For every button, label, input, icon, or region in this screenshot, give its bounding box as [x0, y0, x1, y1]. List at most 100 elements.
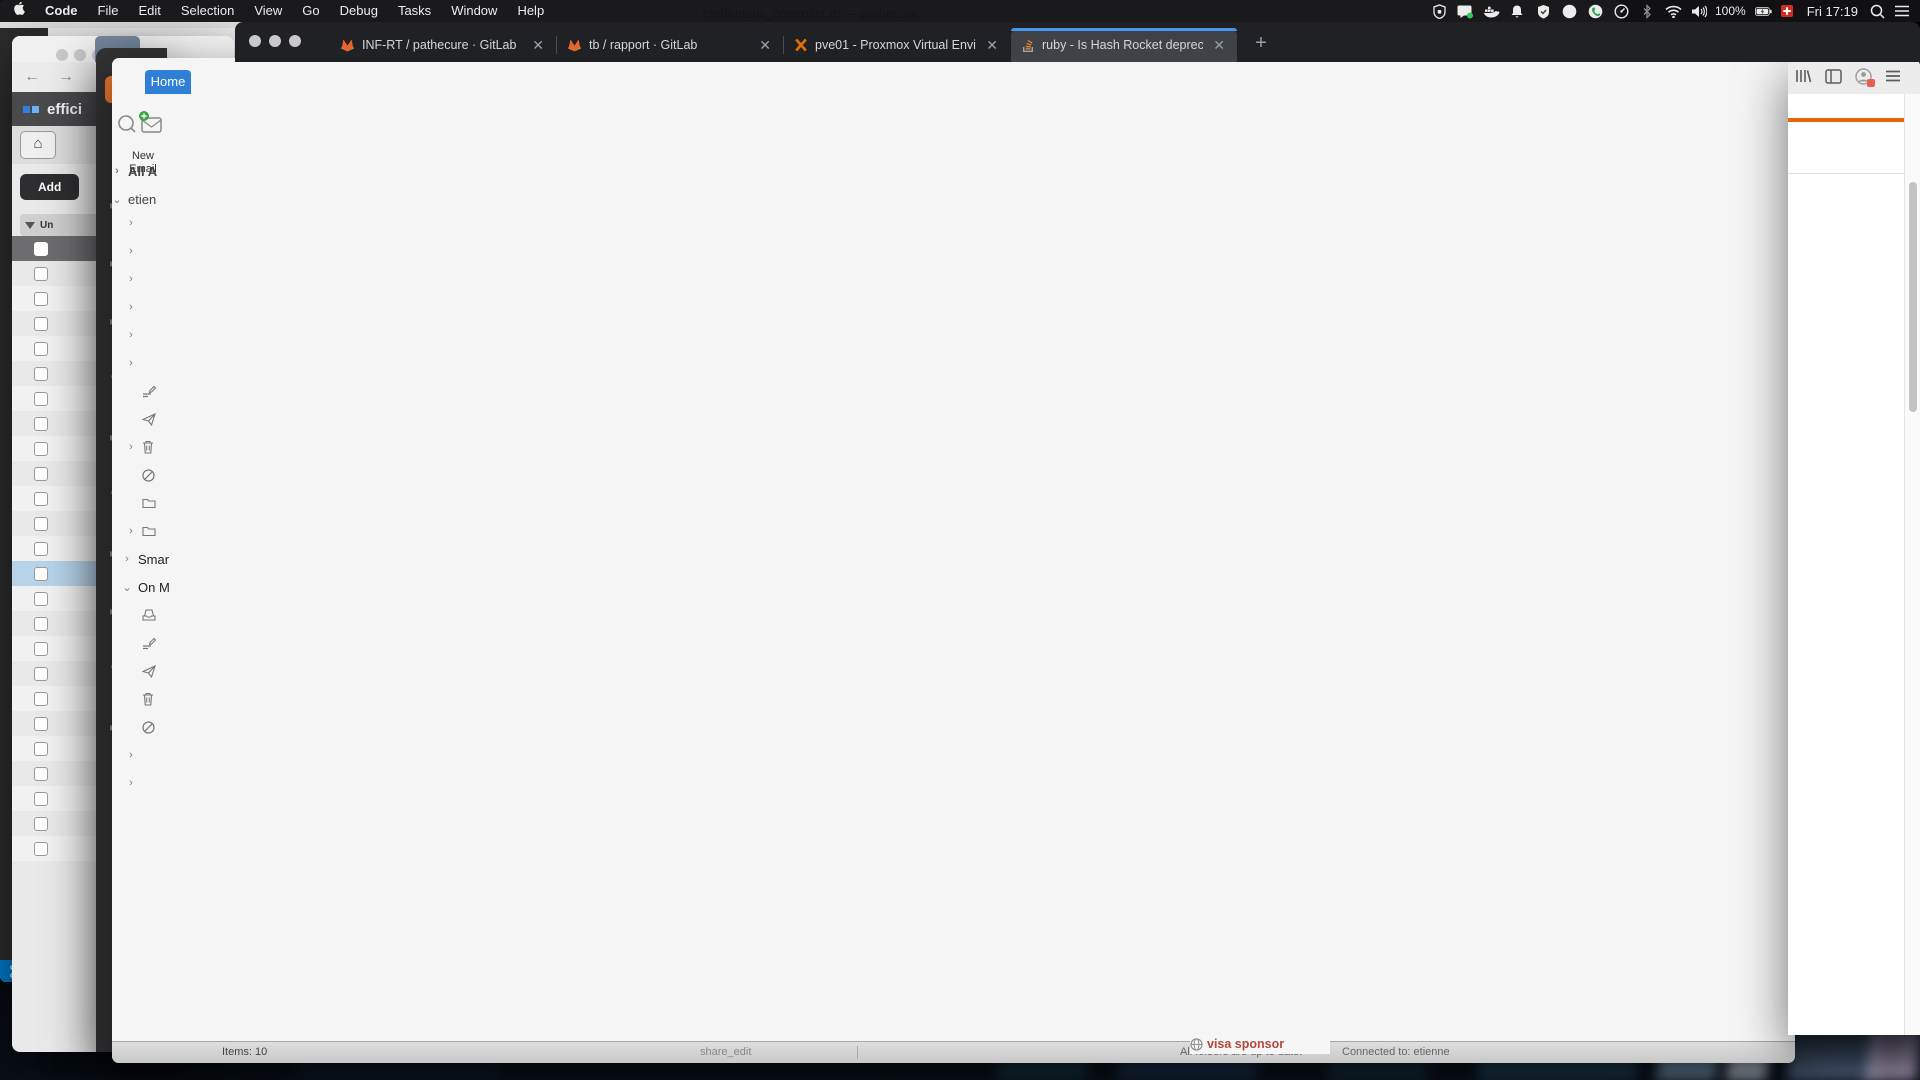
new-tab-button[interactable]: + — [1248, 32, 1274, 55]
disc-icon[interactable] — [1561, 3, 1578, 20]
back-icon[interactable]: ← — [24, 68, 40, 86]
home-icon[interactable]: ⌂ — [20, 131, 56, 159]
mailbox-item[interactable]: › — [112, 350, 186, 376]
bell-icon[interactable] — [1509, 3, 1526, 20]
menu-item-view[interactable]: View — [244, 0, 292, 22]
row-checkbox[interactable] — [34, 367, 48, 381]
close-tab-icon[interactable]: ✕ — [757, 37, 773, 54]
row-checkbox[interactable] — [34, 667, 48, 681]
menu-item-code[interactable]: Code — [35, 0, 88, 22]
mailbox-item[interactable]: › — [112, 294, 186, 320]
row-checkbox[interactable] — [34, 242, 48, 256]
mailbox-item[interactable]: › — [112, 238, 186, 264]
close-tab-icon[interactable]: ✕ — [984, 37, 1000, 54]
shield-check-icon[interactable] — [1535, 3, 1552, 20]
account-icon[interactable] — [1855, 68, 1872, 85]
docker-icon[interactable] — [1483, 3, 1500, 20]
zoom-icon[interactable] — [289, 35, 301, 47]
row-checkbox[interactable] — [34, 342, 48, 356]
mailbox-item[interactable] — [112, 714, 186, 740]
apple-icon[interactable] — [0, 0, 35, 22]
mailbox-item[interactable]: › — [112, 210, 186, 236]
phone-icon[interactable] — [1587, 3, 1604, 20]
mailbox-item[interactable]: › — [112, 322, 186, 348]
row-checkbox[interactable] — [34, 767, 48, 781]
row-checkbox[interactable] — [34, 817, 48, 831]
row-checkbox[interactable] — [34, 417, 48, 431]
sidebar-icon[interactable] — [1825, 69, 1842, 84]
add-button[interactable]: Add — [20, 174, 79, 200]
all-accounts-item[interactable]: ›All A — [112, 158, 172, 184]
scrollbar-thumb[interactable] — [1909, 182, 1917, 412]
menu-item-window[interactable]: Window — [441, 0, 507, 22]
row-checkbox[interactable] — [34, 392, 48, 406]
row-checkbox[interactable] — [34, 792, 48, 806]
mailbox-item[interactable] — [112, 602, 186, 628]
row-checkbox[interactable] — [34, 542, 48, 556]
row-checkbox[interactable] — [34, 292, 48, 306]
mailbox-item[interactable] — [112, 630, 186, 656]
new-email-icon[interactable] — [138, 110, 164, 136]
traffic-light-icon[interactable] — [56, 49, 68, 61]
menu-list-icon[interactable] — [1893, 3, 1910, 20]
mailbox-item[interactable]: › — [112, 770, 186, 796]
mailbox-item[interactable]: › — [112, 518, 186, 544]
menu-item-selection[interactable]: Selection — [171, 0, 244, 22]
browser-tab[interactable]: pve01 - Proxmox Virtual Environ✕ — [784, 28, 1010, 62]
mailbox-item[interactable] — [112, 462, 186, 488]
forward-icon[interactable]: → — [58, 68, 74, 86]
row-checkbox[interactable] — [34, 742, 48, 756]
mailbox-item[interactable]: › — [112, 434, 186, 460]
search-icon[interactable] — [117, 114, 137, 134]
volume-icon[interactable] — [1691, 3, 1708, 20]
row-checkbox[interactable] — [34, 717, 48, 731]
browser-tab[interactable]: ruby - Is Hash Rocket deprecat✕ — [1011, 28, 1237, 62]
row-checkbox[interactable] — [34, 517, 48, 531]
swiss-flag-icon[interactable] — [1779, 3, 1796, 20]
row-checkbox[interactable] — [34, 567, 48, 581]
lock-shield-icon[interactable] — [1431, 3, 1448, 20]
mailbox-item[interactable] — [112, 490, 186, 516]
filter-bar[interactable]: Un — [20, 214, 103, 236]
close-tab-icon[interactable]: ✕ — [530, 37, 546, 54]
mailbox-item[interactable]: › — [112, 266, 186, 292]
row-checkbox[interactable] — [34, 267, 48, 281]
mailbox-item[interactable]: › — [112, 742, 186, 768]
menu-item-tasks[interactable]: Tasks — [388, 0, 441, 22]
mailbox-item[interactable] — [112, 406, 186, 432]
close-icon[interactable] — [249, 35, 261, 47]
row-checkbox[interactable] — [34, 617, 48, 631]
chat-icon[interactable] — [1457, 3, 1474, 20]
mailbox-group-item[interactable]: ›Smar — [112, 546, 182, 572]
mailbox-item[interactable] — [112, 378, 186, 404]
mailbox-item[interactable] — [112, 658, 186, 684]
menu-item-file[interactable]: File — [88, 0, 129, 22]
minimize-icon[interactable] — [269, 35, 281, 47]
row-checkbox[interactable] — [34, 317, 48, 331]
row-checkbox[interactable] — [34, 592, 48, 606]
browser-tab[interactable]: tb / rapport · GitLab✕ — [557, 28, 783, 62]
hamburger-menu-icon[interactable] — [1885, 69, 1901, 83]
row-checkbox[interactable] — [34, 442, 48, 456]
visa-sponsor-label[interactable]: visa sponsor — [1207, 1037, 1284, 1051]
mailbox-item[interactable] — [112, 686, 186, 712]
menu-item-edit[interactable]: Edit — [128, 0, 170, 22]
close-tab-icon[interactable]: ✕ — [1211, 37, 1227, 54]
row-checkbox[interactable] — [34, 842, 48, 856]
spotlight-icon[interactable] — [1869, 3, 1886, 20]
menu-item-help[interactable]: Help — [507, 0, 554, 22]
library-icon[interactable] — [1794, 68, 1812, 84]
outlook-home-tab[interactable]: Home — [145, 70, 191, 94]
row-checkbox[interactable] — [34, 492, 48, 506]
scrollbar[interactable] — [1904, 94, 1920, 1035]
meter-icon[interactable] — [1613, 3, 1630, 20]
mailbox-group-item[interactable]: ⌄On M — [112, 574, 182, 600]
bluetooth-icon[interactable] — [1639, 3, 1656, 20]
row-checkbox[interactable] — [34, 467, 48, 481]
menu-item-debug[interactable]: Debug — [330, 0, 388, 22]
traffic-light-icon[interactable] — [74, 49, 86, 61]
row-checkbox[interactable] — [34, 692, 48, 706]
row-checkbox[interactable] — [34, 642, 48, 656]
menu-item-go[interactable]: Go — [292, 0, 329, 22]
wifi-icon[interactable] — [1665, 3, 1682, 20]
